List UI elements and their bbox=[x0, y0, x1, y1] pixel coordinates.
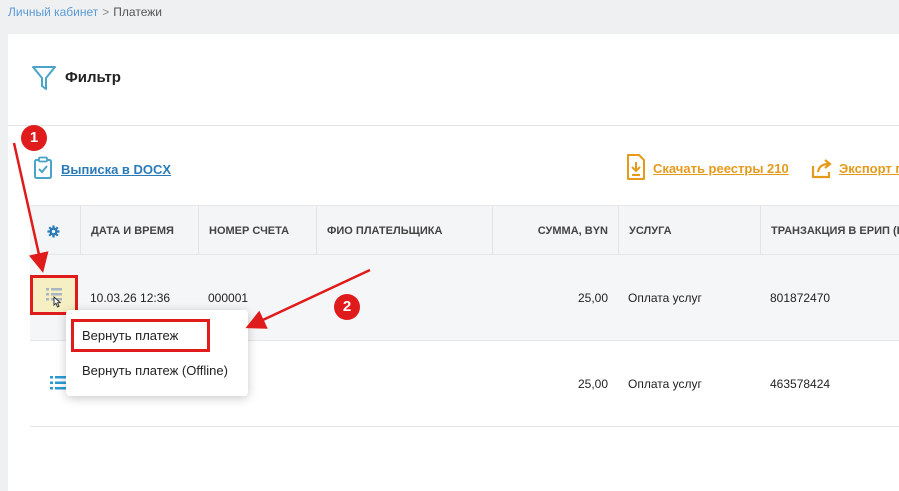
cell-service: Оплата услуг bbox=[628, 291, 702, 305]
cell-service: Оплата услуг bbox=[628, 377, 702, 391]
cell-transaction: 463578424 bbox=[770, 377, 831, 391]
list-menu-icon bbox=[46, 288, 62, 308]
header-payer[interactable]: ФИО ПЛАТЕЛЬЩИКА bbox=[316, 206, 492, 256]
header-service[interactable]: УСЛУГА bbox=[618, 206, 760, 256]
row-actions-button[interactable] bbox=[30, 275, 78, 315]
actions-bar: Выписка в DOCX Скачать реестры 210 Экспо… bbox=[8, 154, 899, 184]
header-account[interactable]: НОМЕР СЧЕТА bbox=[198, 206, 316, 256]
cell-transaction: 801872470 bbox=[770, 291, 831, 305]
header-transaction[interactable]: ТРАНЗАКЦИЯ В ЕРИП (Е- bbox=[760, 206, 899, 256]
breadcrumb-separator: > bbox=[102, 5, 110, 19]
breadcrumb: Личный кабинет > Платежи bbox=[8, 5, 162, 19]
step-badge-2: 2 bbox=[334, 294, 360, 320]
highlight-box bbox=[71, 319, 210, 352]
filter-icon[interactable] bbox=[31, 64, 57, 92]
header-datetime[interactable]: ДАТА И ВРЕМЯ bbox=[80, 206, 198, 256]
filter-label[interactable]: Фильтр bbox=[65, 69, 121, 86]
header-amount[interactable]: СУММА, BYN bbox=[492, 206, 618, 256]
cell-amount: 25,00 bbox=[577, 377, 608, 391]
header-settings[interactable] bbox=[30, 206, 80, 256]
cell-amount: 25,00 bbox=[577, 291, 608, 305]
row-actions-menu: Вернуть платеж Вернуть платеж (Offline) bbox=[66, 310, 248, 396]
cell-payer bbox=[316, 341, 492, 427]
export-docx-link[interactable]: Выписка в DOCX bbox=[61, 162, 171, 177]
download-file-icon[interactable] bbox=[625, 154, 647, 180]
table-header: ДАТА И ВРЕМЯ НОМЕР СЧЕТА ФИО ПЛАТЕЛЬЩИКА… bbox=[30, 205, 899, 256]
download-registries-link[interactable]: Скачать реестры 210 bbox=[653, 161, 789, 176]
clipboard-check-icon[interactable] bbox=[33, 156, 53, 180]
filter-bar[interactable]: Фильтр bbox=[8, 34, 899, 126]
payments-card: Фильтр Выписка в DOCX Скачать реестры 21… bbox=[8, 34, 899, 491]
export-share-icon[interactable] bbox=[810, 157, 834, 179]
export-link[interactable]: Экспорт п bbox=[839, 161, 899, 176]
breadcrumb-current: Платежи bbox=[113, 5, 162, 19]
step-badge-1: 1 bbox=[21, 125, 47, 151]
gear-icon[interactable] bbox=[47, 225, 60, 238]
menu-item-refund-offline[interactable]: Вернуть платеж (Offline) bbox=[66, 356, 248, 386]
breadcrumb-home-link[interactable]: Личный кабинет bbox=[8, 5, 98, 19]
